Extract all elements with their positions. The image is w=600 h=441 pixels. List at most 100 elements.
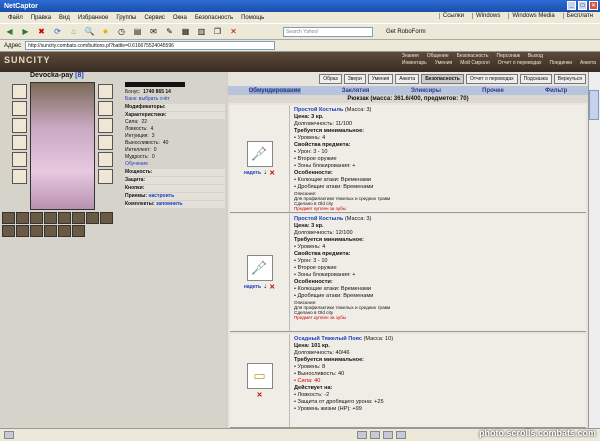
character-avatar[interactable] <box>30 82 95 210</box>
belt-slot[interactable] <box>44 212 57 224</box>
menu-view[interactable]: Вид <box>59 15 70 21</box>
earrings-slot[interactable] <box>98 84 113 99</box>
belt-slot[interactable] <box>16 225 29 237</box>
modifiers-header[interactable]: Модификаторы: <box>125 104 225 111</box>
tab-transfer-report[interactable]: Отчет о переводах <box>465 74 518 84</box>
amulet-slot[interactable] <box>12 101 27 116</box>
armor-slot[interactable] <box>12 135 27 150</box>
print-icon[interactable]: ▤ <box>131 25 144 38</box>
belt-slot[interactable] <box>44 225 57 237</box>
close-button[interactable]: × <box>589 1 598 10</box>
edit-icon[interactable]: ✎ <box>163 25 176 38</box>
delete-icon[interactable]: ✕ <box>269 283 275 291</box>
item-name[interactable]: Простой Костыль <box>294 107 343 113</box>
stop-icon[interactable]: ✖ <box>35 25 48 38</box>
status-icon[interactable] <box>383 431 393 439</box>
search-icon[interactable]: 🔍 <box>83 25 96 38</box>
nav-transfer-report[interactable]: Отчет о переводах <box>498 60 542 66</box>
nav-my-scroll[interactable]: Мой Смролл <box>460 60 490 66</box>
category-spells[interactable]: Заклятия <box>342 88 370 94</box>
history-icon[interactable]: ◷ <box>115 25 128 38</box>
category-equipment[interactable]: Обмундирование <box>248 87 301 94</box>
link-windows-media[interactable]: Windows Media <box>508 13 557 19</box>
remember-link[interactable]: запомнить <box>156 201 183 207</box>
shield-slot[interactable] <box>98 118 113 133</box>
home-icon[interactable]: ⌂ <box>67 25 80 38</box>
scrollbar-thumb[interactable] <box>589 90 599 120</box>
characteristics-header[interactable]: Характеристики: <box>125 112 225 119</box>
tab-pets[interactable]: Звери <box>343 74 366 84</box>
category-elixirs[interactable]: Эликсиры <box>411 88 441 94</box>
category-other[interactable]: Прочее <box>482 88 504 94</box>
tab-image[interactable]: Образ <box>319 74 342 84</box>
belt-slot[interactable] <box>72 225 85 237</box>
tab-profile[interactable]: Анкета <box>395 74 420 84</box>
address-input[interactable]: http://suncity.combats.com/buttons.pl?ba… <box>25 41 276 50</box>
status-icon[interactable] <box>396 431 406 439</box>
category-filter[interactable]: Фильтр <box>545 88 567 94</box>
mail-icon[interactable]: ✉ <box>147 25 160 38</box>
belt-slot[interactable] <box>2 212 15 224</box>
defense-header[interactable]: Защита: <box>125 177 225 184</box>
close-tab-icon[interactable]: ✕ <box>227 25 240 38</box>
status-icon[interactable] <box>4 431 14 439</box>
belt-slot[interactable] <box>16 212 29 224</box>
menu-help[interactable]: Помощь <box>241 15 264 21</box>
forward-icon[interactable]: ▶ <box>19 25 32 38</box>
belt-slot[interactable] <box>58 225 71 237</box>
crutch-icon[interactable]: 🩼 <box>246 254 273 281</box>
belt-slot[interactable] <box>72 212 85 224</box>
buttons-header[interactable]: Кнопки: <box>125 185 225 192</box>
status-icon[interactable] <box>357 431 367 439</box>
cascade-icon[interactable]: ❐ <box>211 25 224 38</box>
ring-slot[interactable] <box>98 169 113 184</box>
belt-slot[interactable] <box>30 225 43 237</box>
roboform-button[interactable]: Get RoboForm <box>386 29 426 35</box>
link-free[interactable]: Бесплатн <box>562 13 596 19</box>
nav-profile[interactable]: Анкета <box>580 60 596 66</box>
menu-file[interactable]: Файл <box>8 15 23 21</box>
belt-slot[interactable] <box>2 225 15 237</box>
boots-slot[interactable] <box>98 152 113 167</box>
drop-icon[interactable]: ⇣ <box>263 284 267 290</box>
configure-link[interactable]: настроить <box>148 193 174 199</box>
delete-icon[interactable]: ✕ <box>257 391 263 399</box>
belt-slot[interactable] <box>86 212 99 224</box>
belt-slot[interactable] <box>30 212 43 224</box>
delete-icon[interactable]: ✕ <box>269 169 275 177</box>
leggings-slot[interactable] <box>98 135 113 150</box>
maximize-button[interactable]: □ <box>578 1 587 10</box>
nav-exit[interactable]: Выход <box>528 53 543 59</box>
helmet-slot[interactable] <box>12 84 27 99</box>
layout-icon[interactable]: ▦ <box>179 25 192 38</box>
drop-icon[interactable]: ⇣ <box>263 170 267 176</box>
crutch-icon[interactable]: 🩼 <box>246 140 273 167</box>
nav-battles[interactable]: Поединки <box>550 60 573 66</box>
nav-character[interactable]: Персонаж <box>497 53 520 59</box>
nav-inventory[interactable]: Инвентарь <box>402 60 427 66</box>
gloves-slot[interactable] <box>98 101 113 116</box>
menu-groups[interactable]: Группы <box>116 15 136 21</box>
status-icon[interactable] <box>370 431 380 439</box>
belt-slot[interactable] <box>12 152 27 167</box>
equip-button[interactable]: надеть <box>244 284 261 290</box>
power-header[interactable]: Мощность: <box>125 169 225 176</box>
tab-hint[interactable]: Подсказка <box>519 74 552 84</box>
item-name[interactable]: Простой Костыль <box>294 216 343 222</box>
vertical-scrollbar[interactable] <box>588 72 600 428</box>
item-name[interactable]: Осадный Тяжелый Пояс <box>294 336 362 342</box>
menu-favorites[interactable]: Избранное <box>78 15 108 21</box>
refresh-icon[interactable]: ⟳ <box>51 25 64 38</box>
tab-security[interactable]: Безопасность <box>421 74 464 84</box>
nav-chat[interactable]: Общение <box>427 53 449 59</box>
belt-icon[interactable]: ▭ <box>246 362 273 389</box>
tile-icon[interactable]: ▥ <box>195 25 208 38</box>
menu-edit[interactable]: Правка <box>31 15 51 21</box>
menu-tools[interactable]: Сервис <box>144 15 165 21</box>
pocket-slot[interactable] <box>12 169 27 184</box>
bank-link[interactable]: Банк: выбрать счёт <box>125 96 225 103</box>
menu-security[interactable]: Безопасность <box>195 15 233 21</box>
belt-slot[interactable] <box>100 212 113 224</box>
tab-return[interactable]: Вернуться <box>553 74 586 84</box>
training-link[interactable]: Обучение <box>125 161 225 168</box>
